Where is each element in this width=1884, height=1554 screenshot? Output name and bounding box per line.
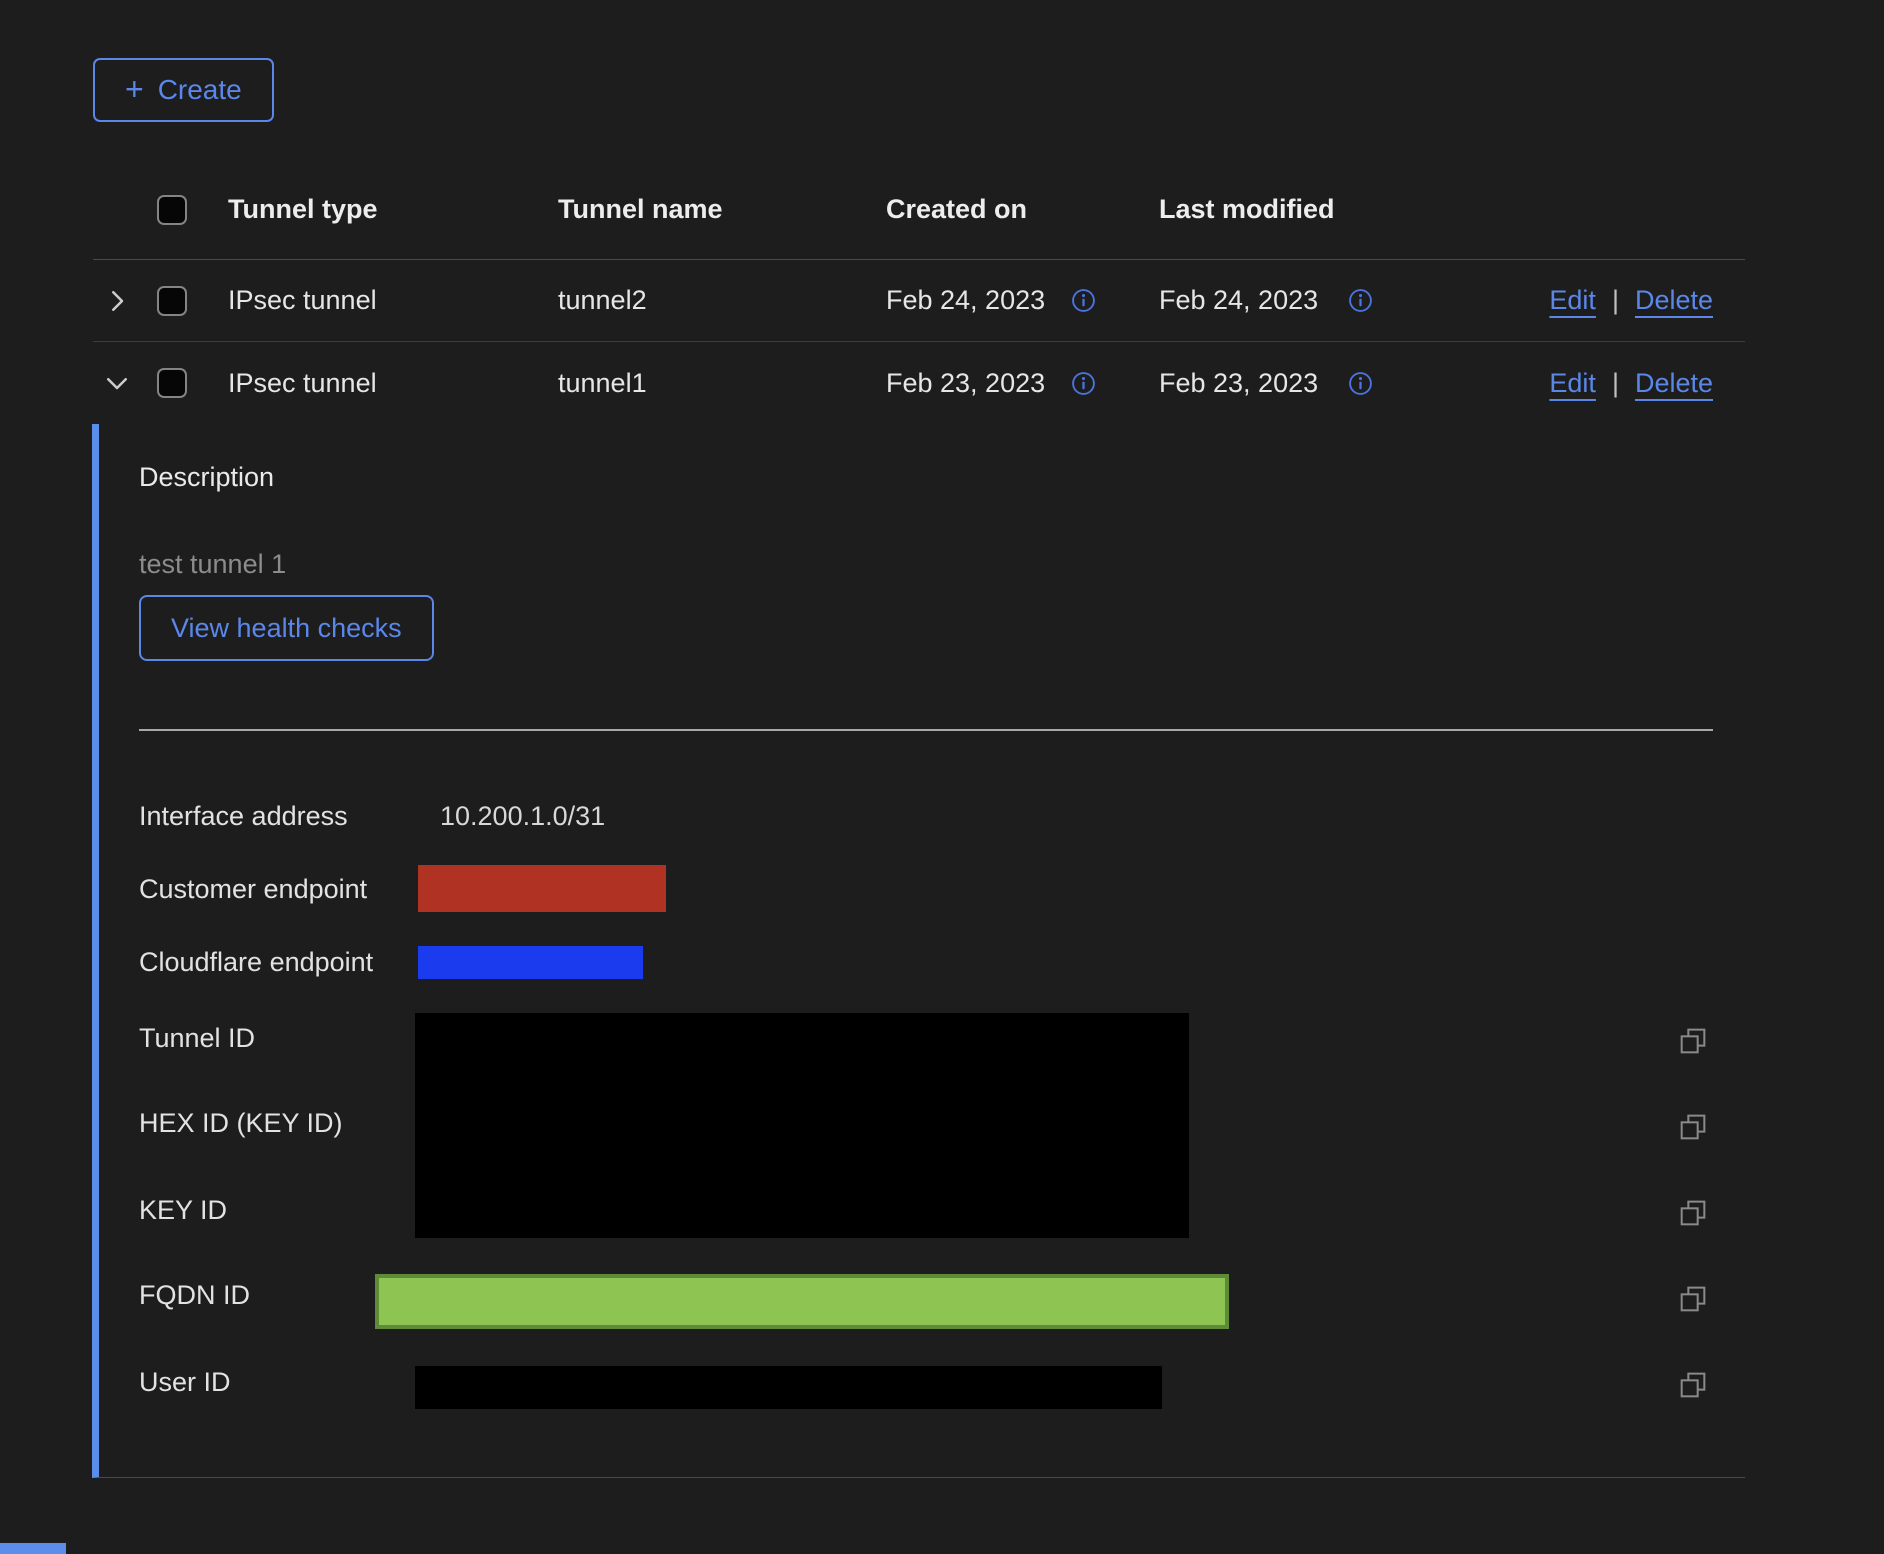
user-id-redaction: [415, 1366, 1162, 1409]
hex-id-label: HEX ID (KEY ID): [139, 1107, 343, 1139]
plus-icon: +: [125, 73, 144, 105]
action-separator: |: [1612, 285, 1619, 316]
info-icon[interactable]: [1348, 288, 1373, 313]
customer-endpoint-label: Customer endpoint: [139, 873, 367, 905]
copy-user-id-button[interactable]: [1677, 1369, 1709, 1401]
table-header-row: Tunnel type Tunnel name Created on Last …: [93, 160, 1745, 260]
copy-tunnel-id-button[interactable]: [1677, 1025, 1709, 1057]
last-modified-value: Feb 23, 2023: [1159, 368, 1318, 399]
user-id-label: User ID: [139, 1366, 231, 1398]
ids-redaction-block: [415, 1013, 1189, 1238]
tunnels-table: Tunnel type Tunnel name Created on Last …: [93, 160, 1745, 1478]
view-health-checks-button[interactable]: View health checks: [139, 595, 434, 661]
fqdn-id-redaction: [375, 1274, 1229, 1329]
tunnel-name-value: tunnel2: [525, 285, 855, 316]
tunnel-name-value: tunnel1: [525, 368, 855, 399]
last-modified-value: Feb 24, 2023: [1159, 285, 1318, 316]
fqdn-id-label: FQDN ID: [139, 1279, 250, 1311]
partial-scrolled-element: [0, 1543, 66, 1554]
created-on-value: Feb 23, 2023: [886, 368, 1045, 399]
description-label: Description: [139, 462, 274, 493]
edit-link[interactable]: Edit: [1549, 285, 1596, 316]
create-button[interactable]: + Create: [93, 58, 274, 122]
header-tunnel-name: Tunnel name: [525, 194, 855, 225]
delete-link[interactable]: Delete: [1635, 368, 1713, 399]
copy-hex-id-button[interactable]: [1677, 1111, 1709, 1143]
description-value: test tunnel 1: [139, 549, 286, 580]
header-tunnel-type: Tunnel type: [195, 194, 525, 225]
cloudflare-endpoint-redaction: [418, 946, 643, 979]
header-last-modified: Last modified: [1128, 194, 1428, 225]
tunnel-details-panel: Description test tunnel 1 View health ch…: [92, 424, 1745, 1478]
table-row: IPsec tunnel tunnel2 Feb 24, 2023 Feb 24…: [93, 260, 1745, 342]
info-icon[interactable]: [1071, 371, 1096, 396]
chevron-down-icon[interactable]: [102, 368, 132, 398]
edit-link[interactable]: Edit: [1549, 368, 1596, 399]
cloudflare-endpoint-label: Cloudflare endpoint: [139, 946, 373, 978]
header-created-on: Created on: [855, 194, 1128, 225]
select-all-checkbox[interactable]: [157, 195, 187, 225]
ipsec-tunnels-page: + Create Tunnel type Tunnel name Created…: [0, 0, 1884, 1478]
tunnel-type-value: IPsec tunnel: [195, 285, 525, 316]
tunnel-id-label: Tunnel ID: [139, 1022, 255, 1054]
copy-key-id-button[interactable]: [1677, 1197, 1709, 1229]
tunnel-type-value: IPsec tunnel: [195, 368, 525, 399]
chevron-right-icon[interactable]: [102, 286, 132, 316]
key-id-label: KEY ID: [139, 1194, 227, 1226]
row-checkbox[interactable]: [157, 286, 187, 316]
row-checkbox[interactable]: [157, 368, 187, 398]
delete-link[interactable]: Delete: [1635, 285, 1713, 316]
customer-endpoint-redaction: [418, 865, 666, 912]
action-separator: |: [1612, 368, 1619, 399]
copy-fqdn-id-button[interactable]: [1677, 1283, 1709, 1315]
info-icon[interactable]: [1348, 371, 1373, 396]
info-icon[interactable]: [1071, 288, 1096, 313]
interface-address-value: 10.200.1.0/31: [440, 800, 605, 832]
created-on-value: Feb 24, 2023: [886, 285, 1045, 316]
interface-address-label: Interface address: [139, 800, 348, 832]
table-row: IPsec tunnel tunnel1 Feb 23, 2023 Feb 23…: [93, 342, 1745, 424]
create-button-label: Create: [158, 74, 242, 106]
panel-divider: [139, 729, 1713, 731]
